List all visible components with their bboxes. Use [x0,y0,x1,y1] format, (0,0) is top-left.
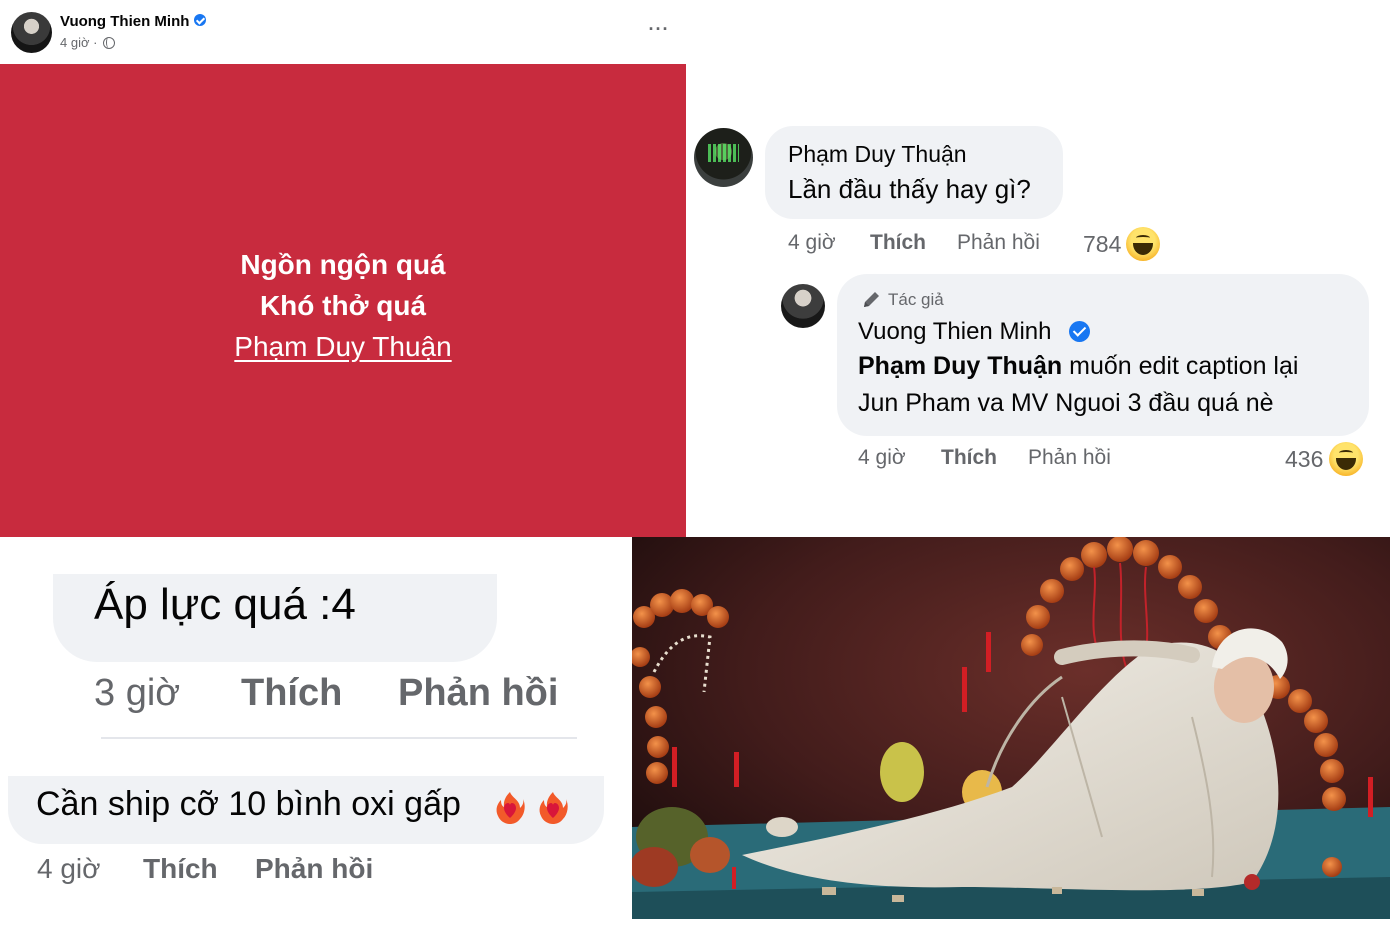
author-reply-avatar[interactable] [781,284,825,328]
post-author-name[interactable]: Vuong Thien Minh [60,13,189,30]
comment-time[interactable]: 4 giờ [788,231,836,255]
haha-icon[interactable] [1126,227,1160,261]
verified-badge-icon [194,14,207,26]
reply-button[interactable]: Phản hồi [398,672,558,715]
status-text: Ngồn ngộn quá Khó thở quá Phạm Duy Thuận [0,244,686,367]
mv-photo-illustration [632,537,1390,919]
reply-button[interactable]: Phản hồi [255,853,373,885]
reply-time[interactable]: 4 giờ [858,446,906,470]
reply-text-part: muốn edit caption lại [1062,352,1299,380]
commenter-name[interactable]: Phạm Duy Thuận [788,141,967,168]
globe-icon [103,37,116,49]
reply-button[interactable]: Phản hồi [1028,446,1111,470]
more-options-icon[interactable]: ··· [648,20,670,40]
comment-text: Lần đầu thấy hay gì? [788,174,1031,204]
author-avatar[interactable] [11,12,52,53]
status-mention-link[interactable]: Phạm Duy Thuận [234,331,451,362]
reaction-count[interactable]: 784 [1083,231,1121,258]
like-button[interactable]: Thích [143,853,218,885]
comment-time[interactable]: 4 giờ [37,853,101,885]
reply-button[interactable]: Phản hồi [957,231,1040,255]
status-line-2: Khó thở quá [259,290,427,321]
comment-time[interactable]: 3 giờ [94,672,180,715]
post-header: Vuong Thien Minh 4 giờ · ··· [0,0,686,64]
comment-text: Cần ship cỡ 10 bình oxi gấp [36,785,461,823]
status-line-1: Ngồn ngộn quá [240,249,446,280]
reply-author-name[interactable]: Vuong Thien Minh [858,318,1051,346]
post-author[interactable]: Vuong Thien Minh [60,13,207,30]
divider [101,737,577,739]
like-button[interactable]: Thích [241,672,342,715]
like-button[interactable]: Thích [941,446,997,470]
post-meta: 4 giờ · [60,35,116,50]
like-button[interactable]: Thích [870,231,926,255]
status-post: Ngồn ngộn quá Khó thở quá Phạm Duy Thuận [0,64,686,537]
reply-text-line-2: Jun Pham va MV Nguoi 3 đầu quá nè [858,389,1274,417]
pencil-icon [864,292,879,307]
verified-badge-icon [1069,321,1090,342]
reply-text-line-1: Phạm Duy Thuận muốn edit caption lại [858,352,1298,381]
commenter-avatar[interactable] [694,128,753,187]
comment-bubble [765,126,1063,219]
post-time[interactable]: 4 giờ · [60,35,97,50]
heart-on-fire-icon [496,792,525,824]
mv-photo[interactable] [632,537,1390,919]
comment-text: Áp lực quá :4 [94,580,356,629]
haha-icon[interactable] [1329,442,1363,476]
reaction-count[interactable]: 436 [1285,446,1323,473]
reply-mention-link[interactable]: Phạm Duy Thuận [858,352,1062,380]
author-badge: Tác giả [888,290,944,309]
heart-on-fire-icon [539,792,568,824]
